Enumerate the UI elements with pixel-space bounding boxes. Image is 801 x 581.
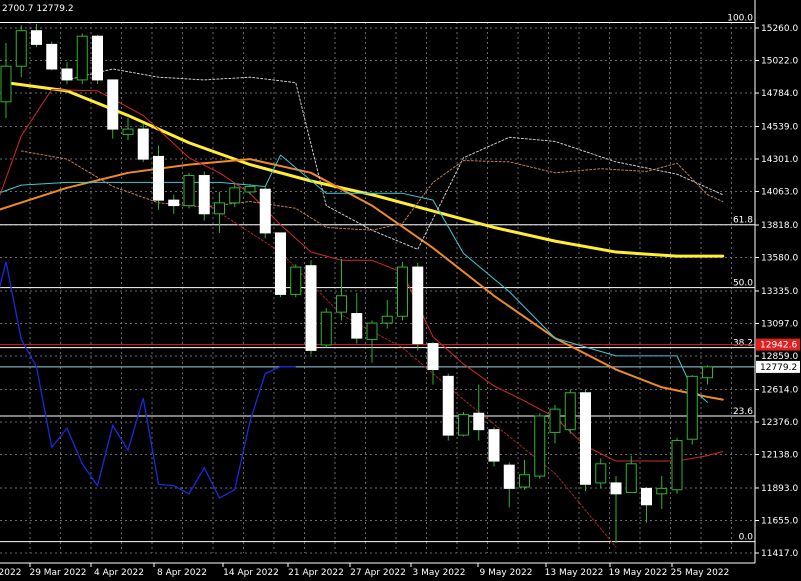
candle-body-bull bbox=[686, 375, 698, 440]
candle-body-bear bbox=[427, 343, 439, 371]
price-tick-label: 14063.0 bbox=[761, 188, 798, 198]
price-tag-label: 12942.6 bbox=[760, 341, 797, 351]
candle-body-bull bbox=[366, 322, 378, 340]
candle-body-bear bbox=[473, 412, 485, 431]
price-tick-label: 12138.0 bbox=[761, 451, 798, 461]
candle-body-bear bbox=[275, 232, 286, 295]
candle-body-bull bbox=[671, 440, 683, 491]
candle-body-bull bbox=[122, 128, 134, 136]
candle-body-bull bbox=[214, 202, 225, 215]
candle-body-bear bbox=[107, 79, 119, 130]
candle-body-bear bbox=[92, 35, 103, 81]
price-tick-label: 13818.0 bbox=[761, 221, 798, 231]
time-tick-label: 21 Apr 2022 bbox=[288, 568, 344, 578]
time-tick-label: 8 Apr 2022 bbox=[157, 568, 207, 578]
candle-body-bear bbox=[46, 43, 58, 70]
time-tick-label: 14 Apr 2022 bbox=[223, 568, 279, 578]
candle-body-bull bbox=[336, 295, 347, 313]
candle-body-bear bbox=[61, 68, 73, 81]
candle-body-bull bbox=[381, 315, 393, 324]
candle-body-bear bbox=[488, 429, 500, 462]
price-tick-label: 14301.0 bbox=[761, 155, 798, 165]
candle-body-bear bbox=[610, 482, 622, 495]
time-tick-label: 2022 bbox=[0, 568, 21, 578]
candle-body-bull bbox=[183, 175, 195, 207]
candle-body-bull bbox=[397, 266, 408, 317]
candle-body-bull bbox=[244, 185, 256, 193]
time-tick-label: 4 Apr 2022 bbox=[94, 568, 144, 578]
candle-body-bull bbox=[595, 463, 607, 484]
candle-body-bear bbox=[198, 175, 210, 215]
price-tick-label: 11893.0 bbox=[761, 484, 798, 494]
time-tick-label: 19 May 2022 bbox=[609, 568, 668, 578]
candle-body-bull bbox=[320, 311, 332, 346]
price-tick-label: 11417.0 bbox=[761, 549, 798, 559]
candle-body-bull bbox=[0, 65, 12, 103]
candle-body-bear bbox=[503, 464, 515, 489]
fib-level-label: 23.6 bbox=[733, 407, 753, 417]
candle-body-bull bbox=[702, 366, 713, 379]
price-tick-label: 12614.0 bbox=[761, 385, 798, 395]
price-tick-label: 13335.0 bbox=[761, 287, 798, 297]
price-tick-label: 12376.0 bbox=[761, 418, 798, 428]
candle-body-bear bbox=[305, 265, 317, 351]
price-chart: 100.0 61.8 50.0 38.2 23.6 0.0 15260.0 15022.0 1… bbox=[0, 0, 801, 581]
candle-body-bull bbox=[229, 187, 241, 204]
time-tick-label: 9 May 2022 bbox=[480, 568, 533, 578]
candle-body-bull bbox=[15, 30, 27, 67]
candle-body-bear bbox=[580, 392, 591, 485]
time-tick-label: 29 Mar 2022 bbox=[29, 568, 86, 578]
candle-body-bear bbox=[412, 266, 424, 345]
price-tick-label: 11655.0 bbox=[761, 516, 798, 526]
candle-body-bull bbox=[76, 35, 88, 81]
time-tick-label: 13 May 2022 bbox=[545, 568, 604, 578]
price-tick-label: 12859.0 bbox=[761, 352, 798, 362]
time-tick-label: 25 May 2022 bbox=[671, 568, 730, 578]
candle-body-bear bbox=[641, 487, 652, 506]
price-tag-label: 12779.2 bbox=[760, 363, 797, 373]
fib-level-label: 61.8 bbox=[733, 216, 753, 226]
fib-level-label: 100.0 bbox=[727, 14, 753, 24]
candle-body-bear bbox=[351, 313, 363, 339]
candle-body-bull bbox=[534, 415, 546, 477]
header-readout: 2700.7 12779.2 bbox=[2, 4, 74, 14]
candle-body-bull bbox=[458, 414, 469, 436]
time-tick-label: 27 Apr 2022 bbox=[350, 568, 406, 578]
candle-body-bear bbox=[153, 155, 164, 201]
price-tick-label: 13097.0 bbox=[761, 319, 798, 329]
candle-body-bear bbox=[442, 375, 454, 436]
fib-level-label: 0.0 bbox=[739, 533, 754, 543]
time-tick-label: 3 May 2022 bbox=[413, 568, 466, 578]
fib-level-label: 38.2 bbox=[733, 339, 753, 349]
candle-body-bull bbox=[656, 487, 668, 495]
candle-body-bull bbox=[519, 474, 530, 488]
fib-level-label: 50.0 bbox=[733, 279, 753, 289]
price-tick-label: 14539.0 bbox=[761, 122, 798, 132]
candle-body-bull bbox=[549, 408, 561, 433]
candle-body-bull bbox=[625, 463, 637, 493]
candle-body-bear bbox=[168, 199, 180, 207]
candle-body-bear bbox=[137, 128, 149, 160]
price-tick-label: 15022.0 bbox=[761, 57, 798, 67]
candle-body-bear bbox=[31, 30, 42, 45]
price-tick-label: 15260.0 bbox=[761, 24, 798, 34]
price-tick-label: 13580.0 bbox=[761, 254, 798, 264]
candle-body-bull bbox=[564, 392, 576, 431]
candle-body-bear bbox=[259, 188, 271, 234]
candle-body-bull bbox=[290, 266, 302, 295]
price-tick-label: 14784.0 bbox=[761, 89, 798, 99]
